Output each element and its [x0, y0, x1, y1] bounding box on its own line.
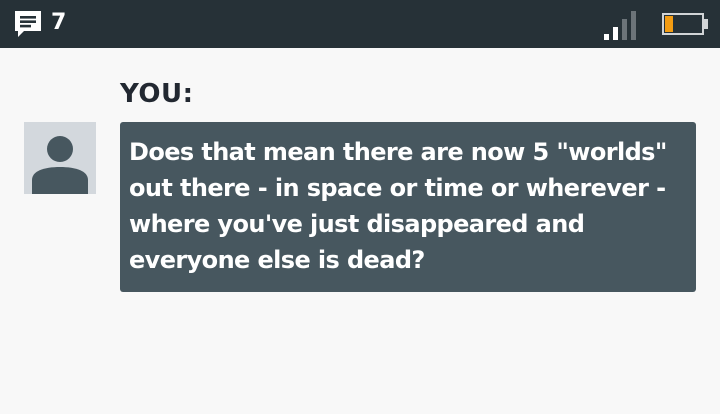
battery-low-icon [662, 13, 708, 35]
person-silhouette-icon [32, 136, 88, 194]
message-bubble[interactable]: Does that mean there are now 5 "worlds" … [120, 122, 696, 292]
message-count-badge: 7 [51, 10, 67, 35]
chat-bubble-icon[interactable] [12, 8, 44, 40]
speaker-label: YOU: [120, 79, 194, 109]
user-avatar-icon[interactable] [24, 122, 96, 194]
status-bar: 7 [0, 0, 720, 48]
signal-bars-icon [604, 11, 636, 40]
message-text: Does that mean there are now 5 "worlds" … [129, 138, 667, 274]
